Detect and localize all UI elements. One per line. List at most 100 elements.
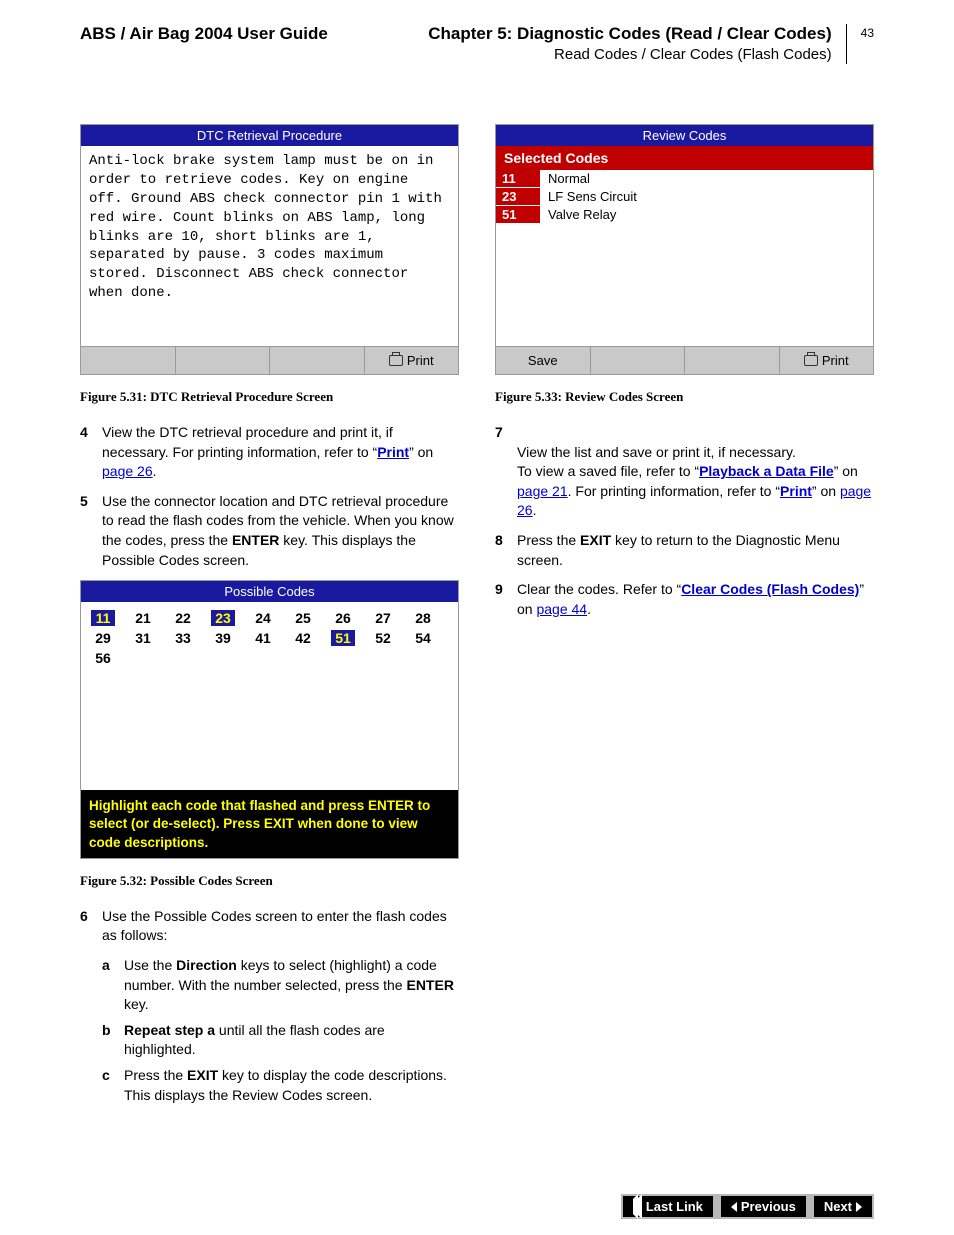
print-button[interactable]: Print (365, 347, 459, 374)
review-code-row[interactable]: 11Normal (496, 170, 873, 188)
review-code-number: 11 (496, 170, 540, 188)
left-column: DTC Retrieval Procedure Anti-lock brake … (80, 124, 459, 1105)
code-number[interactable]: 39 (211, 630, 235, 646)
code-number[interactable]: 33 (171, 630, 195, 646)
substep-text: Repeat step a until all the flash codes … (124, 1021, 459, 1060)
step-9: 9 Clear the codes. Refer to “Clear Codes… (495, 580, 874, 619)
link-page-26[interactable]: page 26 (102, 463, 153, 479)
page: ABS / Air Bag 2004 User Guide Chapter 5:… (0, 0, 954, 1235)
link-print[interactable]: Print (377, 444, 409, 460)
review-screen-footer: Save Print (496, 346, 873, 374)
step-text: Clear the codes. Refer to “Clear Codes (… (517, 580, 874, 619)
link-print[interactable]: Print (780, 483, 812, 499)
review-code-desc: LF Sens Circuit (540, 188, 645, 206)
dtc-retrieval-screen: DTC Retrieval Procedure Anti-lock brake … (80, 124, 459, 375)
code-number[interactable]: 52 (371, 630, 395, 646)
possible-codes-hint: Highlight each code that flashed and pre… (81, 790, 458, 858)
doc-title: ABS / Air Bag 2004 User Guide (80, 24, 328, 44)
next-button[interactable]: Next (814, 1196, 872, 1217)
review-code-desc: Normal (540, 170, 598, 188)
code-number[interactable]: 42 (291, 630, 315, 646)
step-text: Use the Possible Codes screen to enter t… (102, 907, 459, 946)
page-number: 43 (861, 26, 874, 40)
right-column: Review Codes Selected Codes 11Normal23LF… (495, 124, 874, 1105)
codes-row: 11 21 22 23 24 25 26 27 28 (91, 610, 448, 626)
step-number: 7 (495, 423, 517, 521)
step-6: 6 Use the Possible Codes screen to enter… (80, 907, 459, 946)
code-number[interactable]: 22 (171, 610, 195, 626)
step-4: 4 View the DTC retrieval procedure and p… (80, 423, 459, 482)
code-number[interactable]: 41 (251, 630, 275, 646)
step-text: Use the connector location and DTC retri… (102, 492, 459, 570)
step-text: View the DTC retrieval procedure and pri… (102, 423, 459, 482)
code-number[interactable]: 24 (251, 610, 275, 626)
step-8: 8 Press the EXIT key to return to the Di… (495, 531, 874, 570)
figure-caption-5-31: Figure 5.31: DTC Retrieval Procedure Scr… (80, 389, 459, 405)
code-number[interactable]: 23 (211, 610, 235, 626)
print-label: Print (407, 353, 434, 368)
review-code-row[interactable]: 51Valve Relay (496, 206, 873, 224)
substep-text: Press the EXIT key to display the code d… (124, 1066, 459, 1105)
print-icon (804, 355, 818, 366)
last-link-label: Last Link (646, 1199, 703, 1214)
step-6a: a Use the Direction keys to select (high… (102, 956, 459, 1015)
save-button[interactable]: Save (496, 347, 591, 374)
dtc-screen-body: Anti-lock brake system lamp must be on i… (81, 146, 458, 346)
step-number: 5 (80, 492, 102, 570)
columns: DTC Retrieval Procedure Anti-lock brake … (80, 124, 874, 1105)
footer-cell (176, 347, 271, 374)
dtc-screen-footer: Print (81, 346, 458, 374)
code-number[interactable]: 54 (411, 630, 435, 646)
chapter-subtitle: Read Codes / Clear Codes (Flash Codes) (328, 46, 832, 63)
code-number[interactable]: 31 (131, 630, 155, 646)
link-page-44[interactable]: page 44 (536, 601, 587, 617)
step-7: 7 View the list and save or print it, if… (495, 423, 874, 521)
step-number: 6 (80, 907, 102, 946)
code-number[interactable]: 29 (91, 630, 115, 646)
link-playback-data-file[interactable]: Playback a Data File (699, 463, 834, 479)
footer-cell (270, 347, 365, 374)
code-number[interactable]: 26 (331, 610, 355, 626)
review-code-number: 51 (496, 206, 540, 224)
previous-label: Previous (741, 1199, 796, 1214)
code-number[interactable]: 51 (331, 630, 355, 646)
codes-row: 29 31 33 39 41 42 51 52 54 (91, 630, 448, 646)
substep-text: Use the Direction keys to select (highli… (124, 956, 459, 1015)
print-button[interactable]: Print (780, 347, 874, 374)
step-number: 8 (495, 531, 517, 570)
print-icon (389, 355, 403, 366)
figure-caption-5-33: Figure 5.33: Review Codes Screen (495, 389, 874, 405)
link-clear-codes[interactable]: Clear Codes (Flash Codes) (681, 581, 859, 597)
nav-footer: Last Link Previous Next (621, 1194, 874, 1219)
review-code-row[interactable]: 23LF Sens Circuit (496, 188, 873, 206)
dtc-screen-title: DTC Retrieval Procedure (81, 125, 458, 146)
substep-letter: a (102, 956, 124, 1015)
last-link-button[interactable]: Last Link (623, 1196, 713, 1217)
code-number[interactable]: 28 (411, 610, 435, 626)
step-6b: b Repeat step a until all the flash code… (102, 1021, 459, 1060)
code-number[interactable]: 56 (91, 650, 115, 666)
codes-grid: 11 21 22 23 24 25 26 27 28 29 31 33 39 41 42 51 52 54 56 (81, 602, 458, 678)
footer-cell (591, 347, 686, 374)
page-header: ABS / Air Bag 2004 User Guide Chapter 5:… (80, 24, 874, 64)
code-number[interactable]: 25 (291, 610, 315, 626)
possible-codes-screen: Possible Codes 11 21 22 23 24 25 26 27 28 29 31 33 3… (80, 580, 459, 859)
review-codes-screen: Review Codes Selected Codes 11Normal23LF… (495, 124, 874, 375)
codes-row: 56 (91, 650, 448, 666)
review-codes-title: Review Codes (496, 125, 873, 146)
selected-codes-header: Selected Codes (496, 146, 873, 170)
step-text: Press the EXIT key to return to the Diag… (517, 531, 874, 570)
link-page-21[interactable]: page 21 (517, 483, 568, 499)
header-right: Chapter 5: Diagnostic Codes (Read / Clea… (328, 24, 832, 63)
code-number[interactable]: 11 (91, 610, 115, 626)
possible-codes-title: Possible Codes (81, 581, 458, 602)
code-number[interactable]: 21 (131, 610, 155, 626)
code-number[interactable]: 27 (371, 610, 395, 626)
figure-caption-5-32: Figure 5.32: Possible Codes Screen (80, 873, 459, 889)
previous-button[interactable]: Previous (721, 1196, 806, 1217)
step-5: 5 Use the connector location and DTC ret… (80, 492, 459, 570)
footer-cell (81, 347, 176, 374)
review-code-number: 23 (496, 188, 540, 206)
chapter-title: Chapter 5: Diagnostic Codes (Read / Clea… (328, 24, 832, 44)
header-divider (846, 24, 847, 64)
